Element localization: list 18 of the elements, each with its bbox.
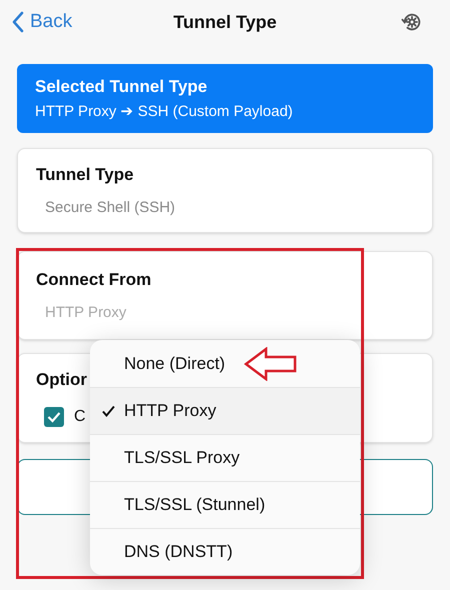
back-button[interactable]: Back — [12, 8, 72, 36]
checkmark-icon — [102, 405, 115, 417]
annotation-arrow — [244, 347, 298, 381]
menu-item[interactable]: TLS/SSL (Stunnel) — [90, 481, 360, 528]
back-chevron-icon — [12, 11, 24, 33]
menu-item[interactable]: DNS (DNSTT) — [90, 528, 360, 575]
menu-item[interactable]: TLS/SSL Proxy — [90, 434, 360, 481]
page-title: Tunnel Type — [173, 10, 277, 34]
options-label: Optior — [36, 369, 87, 392]
connect-from-card[interactable]: Connect From HTTP Proxy — [17, 251, 433, 340]
checkbox-label: C — [74, 406, 86, 427]
menu-item[interactable]: HTTP Proxy — [90, 387, 360, 434]
card-title: Selected Tunnel Type — [35, 76, 208, 98]
checkbox[interactable] — [44, 406, 64, 427]
checkmark-icon — [47, 410, 61, 423]
card-value: HTTP Proxy ➔ SSH (Custom Payload) — [35, 102, 294, 122]
tunnel-type-card[interactable]: Tunnel Type Secure Shell (SSH) — [17, 148, 433, 233]
menu-item[interactable]: None (Direct) — [90, 340, 360, 387]
